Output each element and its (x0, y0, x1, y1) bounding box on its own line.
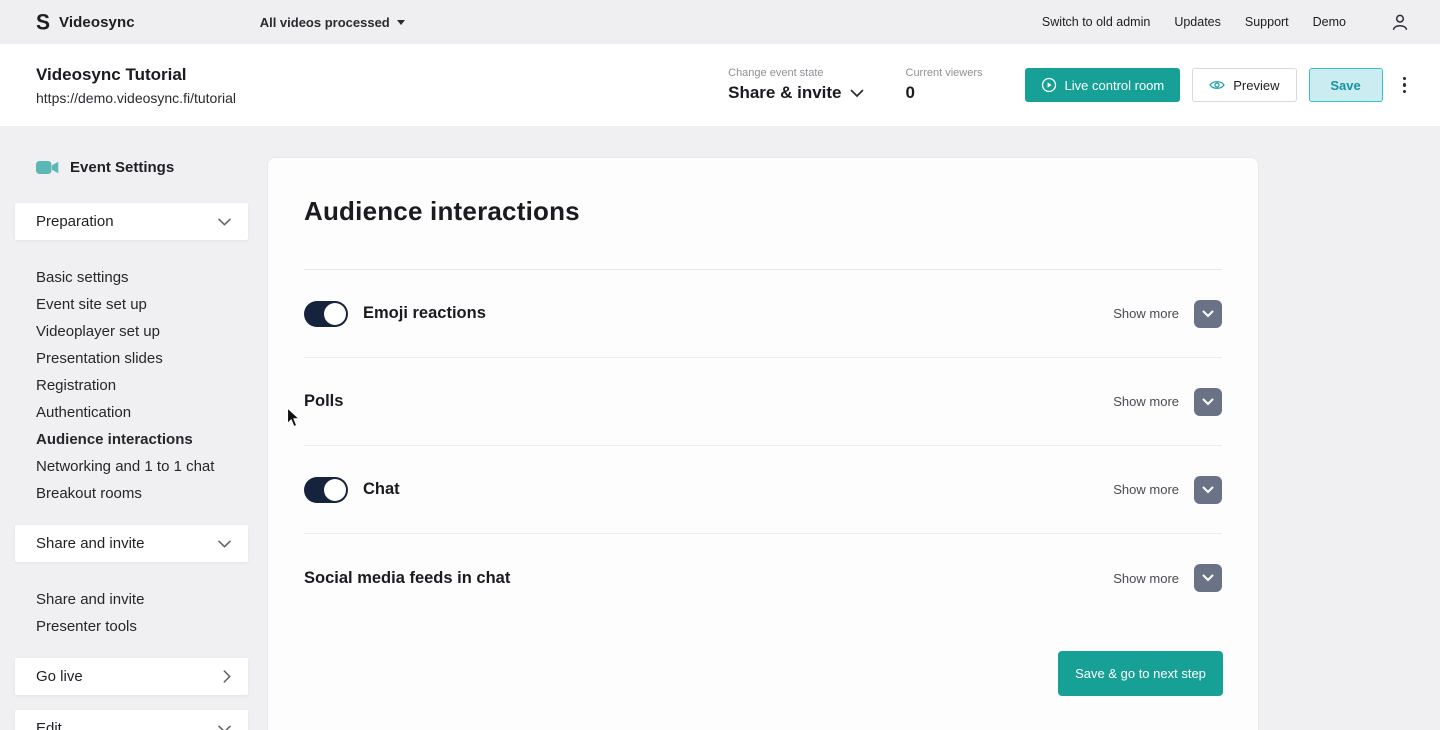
eye-icon (1209, 81, 1225, 89)
feature-row: Chat Show more (304, 446, 1222, 534)
feature-label: Polls (304, 392, 344, 410)
sidebar-group-preparation[interactable]: Preparation (15, 203, 248, 240)
brand[interactable]: S Videosync (36, 9, 135, 35)
videos-processed-dropdown[interactable]: All videos processed (260, 15, 405, 30)
show-more-link[interactable]: Show more (1113, 482, 1179, 497)
group-label: Share and invite (36, 535, 145, 552)
chevron-down-icon (1202, 486, 1214, 493)
save-and-next-step-button[interactable]: Save & go to next step (1058, 651, 1223, 696)
videos-processed-label: All videos processed (259, 14, 390, 30)
preview-button[interactable]: Preview (1192, 68, 1297, 102)
feature-row: Emoji reactions Show more (304, 270, 1222, 358)
brand-name: Videosync (59, 13, 135, 31)
sidebar-item[interactable]: Presenter tools (36, 613, 144, 640)
sidebar-item[interactable]: Share and invite (36, 586, 144, 613)
sidebar-item[interactable]: Event site set up (36, 291, 214, 318)
event-title: Videosync Tutorial (36, 64, 187, 84)
user-account-button[interactable] (1390, 12, 1410, 32)
event-state-label: Change event state (728, 67, 824, 79)
sidebar: Event Settings Preparation Basic setting… (0, 126, 263, 730)
save-button[interactable]: Save (1308, 68, 1383, 102)
topbar-link[interactable]: Support (1245, 15, 1289, 29)
event-state-block[interactable]: Change event state Share & invite (728, 67, 863, 103)
sidebar-item[interactable]: Authentication (36, 399, 214, 426)
toggle-knob (324, 302, 346, 325)
topbar-link[interactable]: Switch to old admin (1042, 15, 1150, 29)
chevron-down-icon (1202, 574, 1214, 582)
chevron-right-icon (223, 670, 231, 683)
sidebar-group-edit[interactable]: Edit (15, 710, 248, 730)
sidebar-group-go-live[interactable]: Go live (15, 658, 248, 695)
chevron-down-icon (218, 218, 231, 226)
sidebar-item[interactable]: Videoplayer set up (36, 318, 214, 345)
feature-label: Social media feeds in chat (304, 568, 511, 587)
sidebar-group-share-and-invite[interactable]: Share and invite (15, 525, 248, 562)
person-icon (1392, 14, 1408, 30)
sidebar-title: Event Settings (36, 159, 174, 176)
play-circle-icon (1041, 77, 1056, 93)
chevron-down-icon (1202, 310, 1214, 317)
page-title: Audience interactions (304, 196, 580, 226)
feature-row: Social media feeds in chat Show more (304, 534, 1222, 622)
topbar-link[interactable]: Demo (1313, 15, 1346, 29)
chevron-down-icon (218, 725, 231, 730)
show-more-link[interactable]: Show more (1113, 306, 1179, 321)
chevron-down-icon (218, 540, 231, 548)
settings-panel: Audience interactions Emoji reactions Sh… (267, 157, 1259, 730)
feature-label: Chat (363, 480, 400, 498)
top-bar: S Videosync All videos processed Switch … (0, 0, 1440, 44)
more-options-kebab-button[interactable] (1399, 73, 1411, 98)
sidebar-item[interactable]: Audience interactions (36, 426, 214, 453)
event-header: Videosync Tutorial https://demo.videosyn… (0, 44, 1440, 126)
topbar-links: Switch to old admin Updates Support Demo (1042, 15, 1346, 29)
chevron-down-icon (850, 89, 863, 97)
feature-rows: Emoji reactions Show more Polls Show mor… (304, 270, 1222, 622)
topbar-link[interactable]: Updates (1174, 15, 1221, 29)
sidebar-item[interactable]: Breakout rooms (36, 480, 214, 507)
feature-label: Emoji reactions (363, 304, 486, 322)
current-viewers-count: 0 (905, 83, 915, 102)
feature-toggle[interactable] (304, 300, 348, 327)
video-camera-icon (36, 161, 59, 174)
current-viewers-block: Current viewers 0 (906, 67, 983, 103)
group-label: Go live (36, 668, 83, 685)
show-more-link[interactable]: Show more (1113, 394, 1179, 409)
show-more-expand-button[interactable] (1194, 299, 1222, 328)
show-more-expand-button[interactable] (1194, 564, 1222, 592)
show-more-expand-button[interactable] (1194, 475, 1222, 504)
live-control-room-button[interactable]: Live control room (1024, 68, 1181, 102)
share-items: Share and invite Presenter tools (36, 586, 144, 640)
show-more-expand-button[interactable] (1194, 387, 1222, 416)
feature-row: Polls Show more (304, 358, 1222, 446)
sidebar-item[interactable]: Presentation slides (36, 345, 214, 372)
sidebar-title-label: Event Settings (70, 159, 175, 176)
event-identity: Videosync Tutorial https://demo.videosyn… (36, 65, 236, 106)
show-more-link[interactable]: Show more (1113, 571, 1179, 586)
event-state-value: Share & invite (728, 83, 842, 102)
sidebar-item[interactable]: Basic settings (36, 264, 214, 291)
dropdown-triangle-icon (396, 20, 405, 25)
event-url[interactable]: https://demo.videosync.fi/tutorial (36, 90, 236, 106)
group-label: Preparation (36, 213, 114, 230)
current-viewers-label: Current viewers (905, 67, 983, 79)
sidebar-item[interactable]: Networking and 1 to 1 chat (36, 453, 214, 480)
sidebar-item[interactable]: Registration (36, 372, 214, 399)
videosync-logo-icon: S (36, 9, 51, 35)
feature-toggle[interactable] (304, 476, 348, 503)
preparation-items: Basic settings Event site set up Videopl… (36, 264, 214, 507)
group-label: Edit (36, 720, 62, 730)
toggle-knob (324, 478, 346, 501)
chevron-down-icon (1202, 398, 1214, 405)
